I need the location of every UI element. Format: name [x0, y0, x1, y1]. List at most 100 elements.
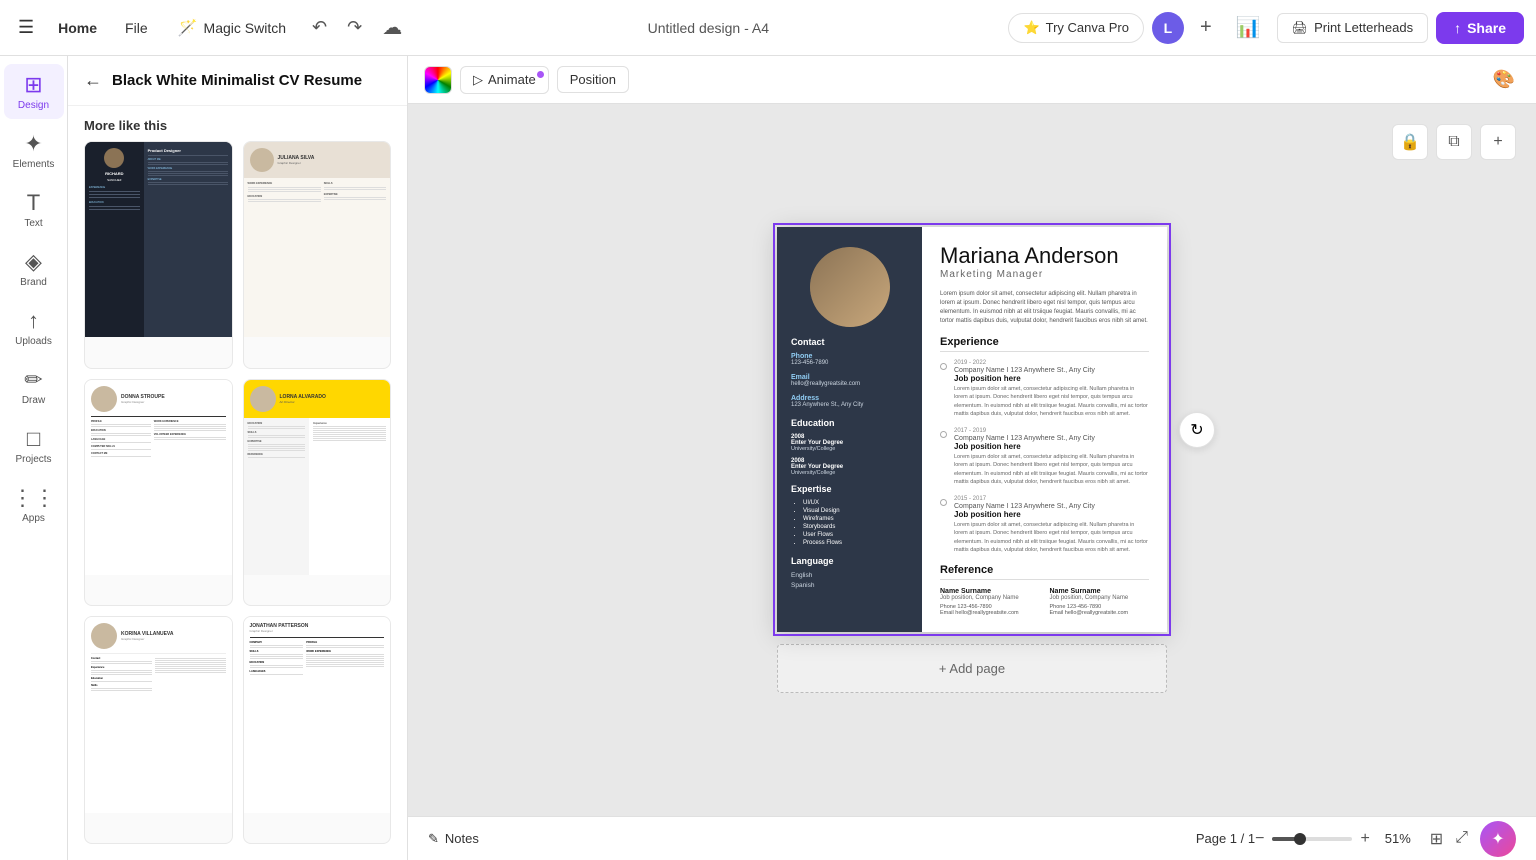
template-card-richard[interactable]: RICHARD SANCHEZ EXPERIENCE EDUCATION Pro… — [84, 141, 233, 369]
notes-label: Notes — [445, 831, 479, 846]
sidebar-item-elements[interactable]: ✦ Elements — [4, 123, 64, 178]
draw-icon: ✏ — [24, 367, 42, 393]
template-panel: ← Black White Minimalist CV Resume More … — [68, 56, 408, 860]
cv-address-value: 123 Anywhere St., Any City — [791, 402, 908, 408]
sidebar-item-text[interactable]: T Text — [4, 182, 64, 237]
share-button[interactable]: ↑ Share — [1436, 12, 1524, 44]
template-card-donna[interactable]: DONNA STROUPE Graphic Designer PROFILE E… — [84, 379, 233, 607]
zoom-slider-thumb — [1294, 833, 1306, 845]
sidebar-item-brand[interactable]: ◈ Brand — [4, 241, 64, 296]
color-picker[interactable] — [424, 66, 452, 94]
cv-left-column: Contact Phone 123-456-7890 Email hello@r… — [777, 227, 922, 632]
add-page-button[interactable]: + Add page — [777, 644, 1167, 693]
cv-exp-role-3: Job position here — [954, 510, 1149, 519]
uploads-icon: ↑ — [28, 308, 39, 334]
panel-subtitle: More like this — [68, 106, 407, 141]
cloud-save-icon: ☁ — [376, 9, 408, 46]
cv-lang-english: English — [791, 572, 908, 579]
cv-ref-col-2: Name Surname Job position, Company Name … — [1050, 588, 1150, 616]
template-card-jonathan[interactable]: JONATHAN PATTERSON Graphic Designer COMP… — [243, 616, 392, 844]
apps-icon: ⋮⋮ — [12, 485, 56, 511]
cv-exp-dot — [940, 363, 947, 370]
undo-button[interactable]: ↶ — [306, 11, 333, 44]
sidebar-item-label: Brand — [20, 277, 47, 288]
cv-reference-title: Reference — [940, 564, 1149, 580]
cv-ref-name-1: Name Surname — [940, 588, 1040, 595]
projects-icon: □ — [27, 426, 40, 452]
sidebar-item-projects[interactable]: □ Projects — [4, 418, 64, 473]
cv-ref-email-1: Email hello@reallygreatsite.com — [940, 610, 1040, 616]
user-avatar[interactable]: L — [1152, 12, 1184, 44]
sidebar-item-uploads[interactable]: ↑ Uploads — [4, 300, 64, 355]
cv-exp-desc-2: Lorem ipsum dolor sit amet, consectetur … — [954, 453, 1149, 486]
sidebar-item-label: Draw — [22, 395, 45, 406]
copy-button[interactable]: ⧉ — [1436, 124, 1472, 160]
cv-exp-company-3: Company Name I 123 Anywhere St., Any Cit… — [954, 503, 1149, 510]
sidebar-item-label: Uploads — [15, 336, 52, 347]
redo-button[interactable]: ↷ — [341, 11, 368, 44]
file-menu[interactable]: File — [115, 14, 158, 42]
fullscreen-button[interactable]: ⤢ — [1451, 825, 1472, 853]
magic-switch-button[interactable]: 🪄 Magic Switch — [166, 12, 298, 44]
print-letterheads-button[interactable]: 🖨 Print Letterheads — [1277, 13, 1429, 43]
animate-dot — [537, 71, 544, 78]
position-button[interactable]: Position — [557, 66, 629, 93]
list-item: Wireframes — [803, 516, 908, 522]
cv-name-block: Mariana Anderson Marketing Manager Lorem… — [940, 243, 1149, 326]
cv-ref-name-2: Name Surname — [1050, 588, 1150, 595]
cv-exp-role-2: Job position here — [954, 442, 1149, 451]
refresh-button[interactable]: ↻ — [1179, 412, 1215, 448]
list-item: Storyboards — [803, 524, 908, 530]
template-grid: RICHARD SANCHEZ EXPERIENCE EDUCATION Pro… — [68, 141, 407, 860]
home-button[interactable]: Home — [48, 14, 107, 42]
ai-assistant-button[interactable]: ✦ — [1480, 821, 1516, 857]
panel-back-button[interactable]: ← — [84, 70, 102, 91]
cv-education-title: Education — [791, 418, 908, 428]
share-to-button[interactable]: + — [1480, 124, 1516, 160]
sidebar-item-label: Elements — [13, 159, 55, 170]
analytics-button[interactable]: 📊 — [1228, 11, 1269, 44]
cv-phone-label: Phone — [791, 353, 908, 360]
cv-phone-value: 123-456-7890 — [791, 360, 908, 366]
zoom-slider[interactable] — [1272, 837, 1352, 841]
sidebar-item-draw[interactable]: ✏ Draw — [4, 359, 64, 414]
paint-format-icon[interactable]: 🎨 — [1488, 64, 1520, 95]
zoom-in-button[interactable]: + — [1360, 830, 1369, 848]
elements-icon: ✦ — [24, 131, 42, 157]
cv-exp-item-1: 2019 - 2022 Company Name I 123 Anywhere … — [940, 360, 1149, 418]
template-card-korina[interactable]: KORINA VILLANUEVA Graphic Designer Conta… — [84, 616, 233, 844]
grid-view-button[interactable]: ⊞ — [1426, 825, 1447, 853]
cv-ref-col-1: Name Surname Job position, Company Name … — [940, 588, 1040, 616]
cv-full-name: Mariana Anderson — [940, 243, 1149, 269]
hamburger-menu[interactable]: ☰ — [12, 11, 40, 44]
text-icon: T — [27, 190, 40, 216]
zoom-percentage: 51% — [1378, 831, 1418, 846]
cv-email-value: hello@reallygreatsite.com — [791, 381, 908, 387]
cv-reference-columns: Name Surname Job position, Company Name … — [940, 588, 1149, 616]
add-account-button[interactable]: + — [1192, 12, 1220, 43]
lock-button[interactable]: 🔒 — [1392, 124, 1428, 160]
cv-name-bold: Mariana — [940, 243, 1019, 268]
animate-button[interactable]: ▷ Animate — [460, 66, 549, 94]
sidebar-item-label: Text — [24, 218, 42, 229]
cv-name-light: Anderson — [1019, 243, 1118, 268]
cv-edu-item-1: 2008 Enter Your Degree University/Colleg… — [791, 434, 908, 452]
cv-edu-school2: University/College — [791, 470, 908, 476]
sidebar-item-apps[interactable]: ⋮⋮ Apps — [4, 477, 64, 532]
list-item: User Flows — [803, 532, 908, 538]
notes-icon: ✎ — [428, 831, 439, 847]
template-card-lorna[interactable]: LORNA ALVARADO Art Director EDUCATION SK… — [243, 379, 392, 607]
try-canva-pro-button[interactable]: ⭐ Try Canva Pro — [1008, 13, 1144, 43]
share-icon: ↑ — [1454, 20, 1461, 36]
cv-experience-title: Experience — [940, 336, 1149, 352]
cv-ref-subtitle-2: Job position, Company Name — [1050, 595, 1150, 601]
canvas-content[interactable]: 🔒 ⧉ + ↻ — [408, 104, 1536, 816]
cv-expertise-list: UI/UX Visual Design Wireframes Storyboar… — [791, 500, 908, 546]
template-card-juliana[interactable]: JULIANA SILVA Graphic Designer WORK EXPE… — [243, 141, 392, 369]
zoom-out-button[interactable]: − — [1255, 830, 1264, 848]
sidebar-item-design[interactable]: ⊞ Design — [4, 64, 64, 119]
list-item: Process Flows — [803, 540, 908, 546]
notes-button[interactable]: ✎ Notes — [428, 831, 479, 847]
animate-icon: ▷ — [473, 72, 483, 88]
cv-exp-role-1: Job position here — [954, 374, 1149, 383]
